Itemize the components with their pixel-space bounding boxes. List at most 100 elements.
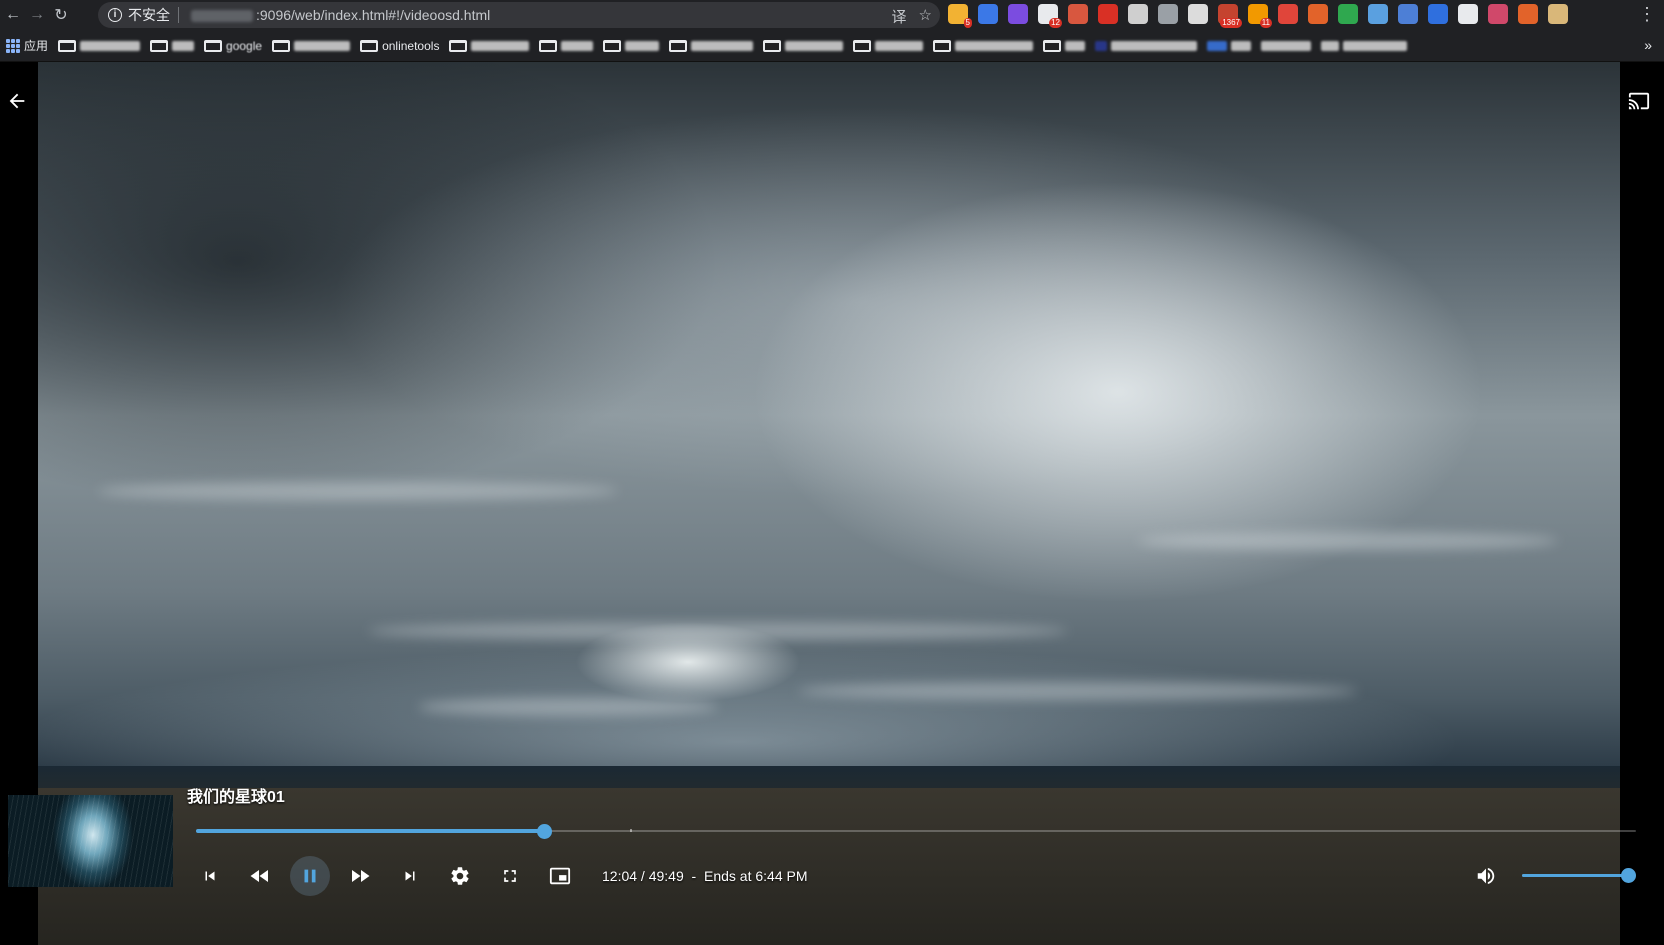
extension-abp-icon[interactable] [1098,4,1118,24]
extension-save-icon[interactable] [1428,4,1448,24]
security-label[interactable]: 不安全 [128,5,170,25]
redacted-bookmark [172,40,195,51]
current-time: 12:04 [602,868,638,884]
extension-rp-icon[interactable] [1008,4,1028,24]
bookmark-folder[interactable] [449,39,530,52]
fullscreen-button[interactable] [490,856,530,896]
folder-icon [204,39,223,52]
bookmarks-bar: 应用 google onlinetools » [0,30,1664,62]
redacted-bookmark [1321,40,1340,51]
duration: 49:49 [648,868,684,884]
back-icon[interactable] [6,90,28,112]
folder-icon [58,39,77,52]
cloud-streak [368,622,1068,640]
folder-icon [763,39,782,52]
folder-icon [150,39,169,52]
extension-mi-icon[interactable] [1398,4,1418,24]
video-player[interactable]: 我们的星球01 12:04 / 49:49 - Ends at 6:44 PM [0,62,1664,945]
extension-grid-icon[interactable]: 5 [948,4,972,28]
extension-octocat-icon[interactable]: 12 [1038,4,1062,28]
extension-cat-icon[interactable] [1128,4,1148,24]
extension-doc-icon[interactable] [1188,4,1208,24]
picture-in-picture-button[interactable] [540,856,580,896]
rewind-button[interactable] [240,856,280,896]
bookmark-star-icon[interactable]: ☆ [919,6,932,27]
bookmark-folder[interactable] [603,39,660,52]
extension-gitlab-icon[interactable] [1308,4,1328,24]
folder-icon [360,39,379,52]
extension-folder-icon[interactable] [1548,4,1568,24]
extension-fox-icon[interactable] [1518,4,1538,24]
extension-shield-red-icon[interactable] [1278,4,1298,24]
gear-icon [451,867,469,885]
settings-button[interactable] [440,856,480,896]
extension-f-icon[interactable] [978,4,998,24]
next-track-button[interactable] [390,856,430,896]
redacted-bookmark [1065,40,1086,51]
address-bar[interactable]: i 不安全 :9096/web/index.html#!/videoosd.ht… [98,2,940,28]
back-arrow-icon[interactable]: ← [2,4,24,26]
skip-next-icon [405,871,415,881]
bookmark-item[interactable] [1321,40,1408,51]
bookmark-folder[interactable] [150,39,195,52]
extension-mail-icon[interactable]: 1367 [1218,4,1242,28]
now-playing-thumbnail [8,795,173,887]
pause-button[interactable] [290,856,330,896]
bookmark-item[interactable] [1261,40,1312,51]
fullscreen-icon [504,870,516,882]
bookmark-item[interactable] [1207,40,1252,51]
url-text[interactable]: :9096/web/index.html#!/videoosd.html [191,7,490,23]
bookmark-folder[interactable] [853,39,924,52]
redacted-bookmark [955,40,1034,51]
extension-screenshot-icon[interactable] [1368,4,1388,24]
fast-forward-button[interactable] [340,856,380,896]
video-title: 我们的星球01 [187,789,285,806]
bookmark-folder[interactable] [272,39,351,52]
browser-menu-icon[interactable]: ⋮ [1638,4,1656,24]
bookmark-folder[interactable] [58,39,141,52]
extension-image-icon[interactable] [1068,4,1088,24]
bookmark-folder[interactable] [539,39,594,52]
seek-slider[interactable] [196,821,1636,841]
extension-ghost-icon[interactable] [1458,4,1478,24]
extension-pocket-icon[interactable] [1158,4,1178,24]
bookmark-google[interactable]: google [204,39,262,53]
bookmark-folder[interactable] [763,39,844,52]
previous-track-button[interactable] [190,856,230,896]
time-display: 12:04 / 49:49 - Ends at 6:44 PM [602,868,808,884]
redacted-bookmark [471,40,530,51]
folder-icon [1043,39,1062,52]
mute-button[interactable] [1466,856,1506,896]
redacted-bookmark [294,40,351,51]
bookmark-folder[interactable] [669,39,754,52]
redacted-bookmark [1207,40,1228,51]
folder-icon [933,39,952,52]
info-icon[interactable]: i [108,8,122,22]
redacted-bookmark [1111,40,1198,51]
extension-red-box-icon[interactable] [1488,4,1508,24]
volume-handle[interactable] [1621,868,1636,883]
extension-rss-icon[interactable]: 11 [1248,4,1272,28]
reload-icon[interactable]: ↻ [50,4,72,26]
folder-icon [669,39,688,52]
ends-at: Ends at 6:44 PM [704,868,808,884]
bookmark-item[interactable] [1095,40,1198,51]
seek-progress [196,829,545,833]
cloud-streak [798,682,1358,700]
seek-handle[interactable] [537,824,553,839]
bookmark-onlinetools[interactable]: onlinetools [360,39,439,53]
extension-shield-green-icon[interactable] [1338,4,1358,24]
apps-shortcut[interactable]: 应用 [6,37,48,54]
forward-arrow-icon[interactable]: → [26,4,48,26]
cast-icon[interactable] [1626,90,1652,112]
folder-icon [853,39,872,52]
volume-slider[interactable] [1522,866,1636,886]
cloud-streak [1138,532,1558,550]
bookmarks-overflow-icon[interactable]: » [1644,37,1652,53]
omnibox-divider [178,7,179,23]
extension-badge: 5 [963,18,972,28]
bookmark-item[interactable] [1043,39,1086,52]
redacted-bookmark [1231,40,1252,51]
translate-icon[interactable]: 译 [892,6,907,27]
bookmark-folder[interactable] [933,39,1034,52]
